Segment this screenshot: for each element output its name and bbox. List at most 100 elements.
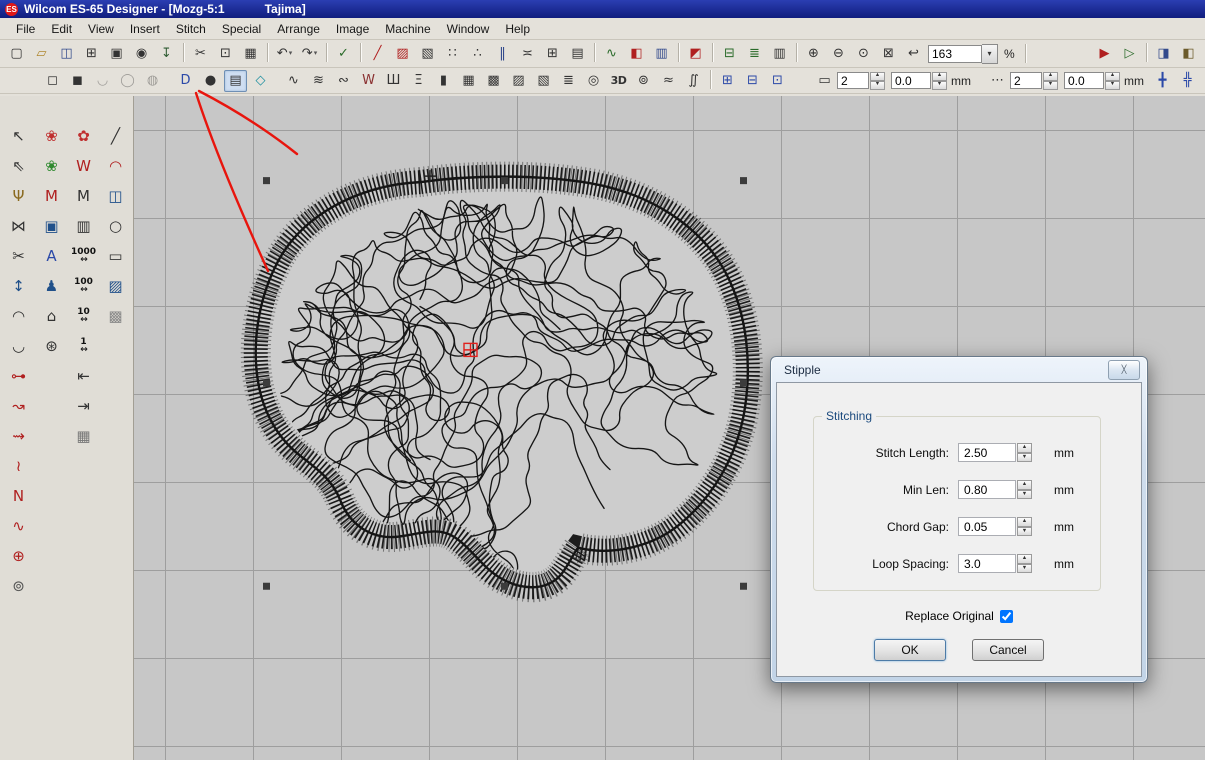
replace-original-checkbox[interactable]: [1000, 610, 1013, 623]
menu-machine[interactable]: Machine: [377, 20, 438, 38]
connector-function-icon[interactable]: ⊶: [4, 362, 33, 390]
select-icon[interactable]: ↖: [4, 122, 33, 150]
send-to-machine-icon[interactable]: ↧: [155, 43, 178, 65]
buttonhole-icon[interactable]: ⊛: [37, 332, 66, 360]
stitch-wave-icon[interactable]: ∿: [4, 512, 33, 540]
jump-function-icon[interactable]: ↝: [4, 392, 33, 420]
design-properties-icon[interactable]: ◩: [684, 43, 707, 65]
program-split-icon[interactable]: ▩: [482, 70, 505, 92]
loop-spacing-spinner[interactable]: ▲▼: [1017, 554, 1032, 573]
stipple-outline-icon[interactable]: ◇: [249, 70, 272, 92]
auto-select-icon[interactable]: ✓: [332, 43, 355, 65]
menu-window[interactable]: Window: [439, 20, 498, 38]
sculpture-run-icon[interactable]: ∾: [332, 70, 355, 92]
travel-1-icon[interactable]: 1↔: [69, 332, 98, 360]
rectangle-tool-icon[interactable]: ▭: [101, 242, 130, 270]
show-stipple-icon[interactable]: ∷: [441, 43, 464, 65]
cancel-button[interactable]: Cancel: [972, 639, 1044, 661]
underlay-count-spinner[interactable]: ▲▼: [870, 72, 885, 90]
show-needle-points-icon[interactable]: ∴: [466, 43, 489, 65]
selection-handle[interactable]: [263, 583, 270, 590]
show-penetrations-icon[interactable]: ‖: [491, 43, 514, 65]
selection-handle[interactable]: [263, 177, 270, 184]
mitre-corners-icon[interactable]: ⋈: [4, 212, 33, 240]
contour-fill-icon[interactable]: ≣: [557, 70, 580, 92]
ok-button[interactable]: OK: [874, 639, 946, 661]
pattern-stamp-icon[interactable]: ▨: [101, 272, 130, 300]
min-len-input[interactable]: [958, 480, 1016, 499]
zoom-box-icon[interactable]: ⊠: [877, 43, 900, 65]
zoom-dropdown-icon[interactable]: ▾: [982, 44, 998, 64]
insert-design-icon[interactable]: ⊞: [80, 43, 103, 65]
show-fill-icon[interactable]: ▧: [416, 43, 439, 65]
trapunto-icon[interactable]: ⊚: [632, 70, 655, 92]
run-stitch-icon[interactable]: ∿: [282, 70, 305, 92]
new-icon[interactable]: ▢: [5, 43, 28, 65]
menu-file[interactable]: File: [8, 20, 43, 38]
chord-gap-spinner[interactable]: ▲▼: [1017, 517, 1032, 536]
selection-handle[interactable]: [501, 583, 508, 590]
menu-arrange[interactable]: Arrange: [269, 20, 328, 38]
selection-handle[interactable]: [740, 177, 747, 184]
titlebar[interactable]: ES Wilcom ES-65 Designer - [Mozg-5:1 Taj…: [0, 0, 1205, 18]
ellipse-tool-icon[interactable]: ○: [101, 212, 130, 240]
arc-tool-icon[interactable]: ◠: [4, 302, 33, 330]
trim-function-icon[interactable]: ⇝: [4, 422, 33, 450]
effect-3d-icon[interactable]: 3D: [607, 70, 630, 92]
redraw-icon[interactable]: ▶: [1093, 43, 1116, 65]
underlay-spacing-input[interactable]: [891, 72, 931, 89]
florentine-effect-icon[interactable]: ∬: [682, 70, 705, 92]
underlay-type-icon[interactable]: ▭: [813, 70, 836, 92]
show-satin-icon[interactable]: ▨: [391, 43, 414, 65]
zoom-out-icon[interactable]: ⊖: [827, 43, 850, 65]
auto-underlay-icon[interactable]: ⊟: [741, 70, 764, 92]
knife-cut-icon[interactable]: ✂: [4, 242, 33, 270]
show-ruler-icon[interactable]: ▤: [566, 43, 589, 65]
machine-panel-icon[interactable]: ◧: [1177, 43, 1200, 65]
photo-flash-icon[interactable]: ❀: [37, 152, 66, 180]
compensation-value-spinner[interactable]: ▲▼: [1105, 72, 1120, 90]
satin-stitch-icon[interactable]: ▮: [432, 70, 455, 92]
save-icon[interactable]: ◫: [55, 43, 78, 65]
parallel-hatch-icon[interactable]: ╱: [101, 122, 130, 150]
branching-icon[interactable]: Ψ: [4, 182, 33, 210]
flower-digitize-icon[interactable]: ✿: [69, 122, 98, 150]
compensation-count-spinner[interactable]: ▲▼: [1043, 72, 1058, 90]
undo-icon[interactable]: ↶▾: [273, 43, 296, 65]
zigzag-stitch-icon[interactable]: Ш: [382, 70, 405, 92]
chord-gap-input[interactable]: [958, 517, 1016, 536]
production-worksheet-icon[interactable]: ▥: [768, 43, 791, 65]
stitch-chart-icon[interactable]: ∿: [600, 43, 623, 65]
stipple-run-icon[interactable]: ▤: [224, 70, 247, 92]
dot-run-icon[interactable]: ●: [199, 70, 222, 92]
menu-edit[interactable]: Edit: [43, 20, 80, 38]
menu-image[interactable]: Image: [328, 20, 377, 38]
badge-design-icon[interactable]: ▣: [37, 212, 66, 240]
copy-icon[interactable]: ⊡: [214, 43, 237, 65]
menu-help[interactable]: Help: [497, 20, 538, 38]
user-split-icon[interactable]: ▧: [532, 70, 555, 92]
travel-1000-icon[interactable]: 1000↔: [69, 242, 98, 270]
tie-off-function-icon[interactable]: ≀: [4, 452, 33, 480]
w-run-icon[interactable]: W: [69, 152, 98, 180]
flexi-split-icon[interactable]: ▨: [507, 70, 530, 92]
lettering-icon[interactable]: A: [37, 242, 66, 270]
m-fill-icon[interactable]: M: [69, 182, 98, 210]
stitch-length-input[interactable]: [958, 443, 1016, 462]
color-change-icon[interactable]: ⊕: [4, 542, 33, 570]
auto-digitize-icon[interactable]: ❀: [37, 122, 66, 150]
motif-run-icon[interactable]: W: [357, 70, 380, 92]
travel-end-icon[interactable]: ⇥: [69, 392, 98, 420]
triple-run-icon[interactable]: ≋: [307, 70, 330, 92]
selection-handle[interactable]: [740, 379, 747, 386]
column-c-icon[interactable]: ◫: [101, 182, 130, 210]
spiral-fill-icon[interactable]: ◎: [582, 70, 605, 92]
travel-start-icon[interactable]: ⇤: [69, 362, 98, 390]
underlay-count-input[interactable]: [837, 72, 869, 89]
e-stitch-icon[interactable]: Ξ: [407, 70, 430, 92]
zoom-1-1-icon[interactable]: ⊙: [852, 43, 875, 65]
column-fill-icon[interactable]: ▥: [69, 212, 98, 240]
zoom-input[interactable]: [928, 45, 982, 63]
show-stitches-icon[interactable]: ╱: [366, 43, 389, 65]
wave-effect-icon[interactable]: ≈: [657, 70, 680, 92]
